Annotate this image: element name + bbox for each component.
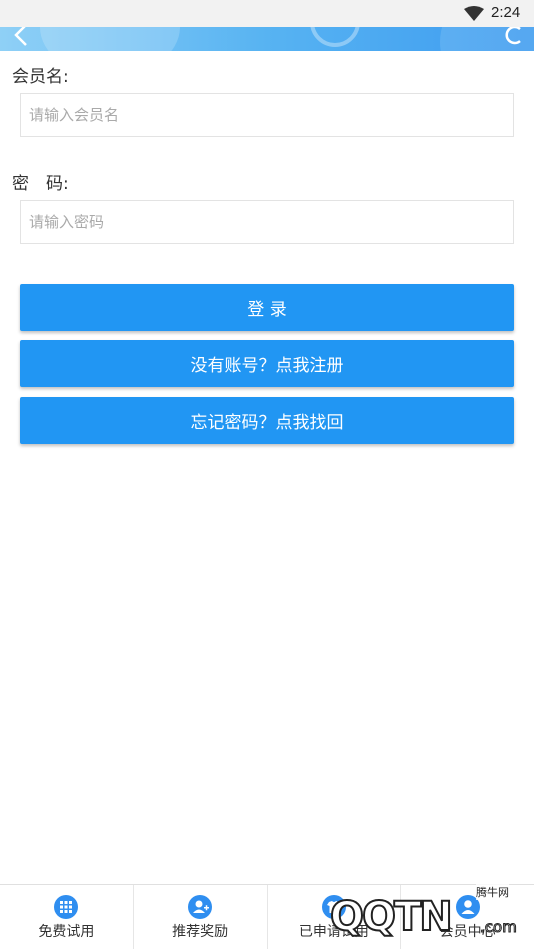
watermark-logo: QQTN — [329, 893, 454, 941]
user-add-icon — [188, 895, 213, 919]
nav-item-free-trial[interactable]: 免费试用 — [0, 885, 134, 949]
watermark-suffix: .com — [480, 918, 518, 937]
login-button[interactable]: 登 录 — [20, 284, 514, 331]
nav-label: 推荐奖励 — [172, 924, 229, 940]
wifi-icon — [464, 6, 484, 21]
forgot-password-button[interactable]: 忘记密码？点我找回 — [20, 397, 514, 444]
header-decoration — [310, 27, 360, 47]
nav-item-referral[interactable]: 推荐奖励 — [134, 885, 268, 949]
refresh-icon[interactable] — [500, 27, 528, 47]
back-arrow-icon[interactable] — [8, 27, 36, 47]
watermark: QQTN 腾牛网 .com — [329, 880, 534, 949]
username-label: 会员名: — [12, 67, 69, 87]
watermark-site: 腾牛网 — [476, 884, 509, 900]
grid-icon — [54, 895, 79, 919]
nav-label: 免费试用 — [38, 924, 95, 940]
header-bar — [0, 27, 534, 51]
register-button[interactable]: 没有账号？点我注册 — [20, 340, 514, 387]
header-decoration — [40, 27, 180, 51]
status-time: 2:24 — [491, 4, 521, 21]
password-input[interactable] — [20, 200, 514, 244]
status-bar: 2:24 — [0, 0, 534, 27]
username-input[interactable] — [20, 93, 514, 137]
password-label: 密 码: — [12, 174, 69, 194]
